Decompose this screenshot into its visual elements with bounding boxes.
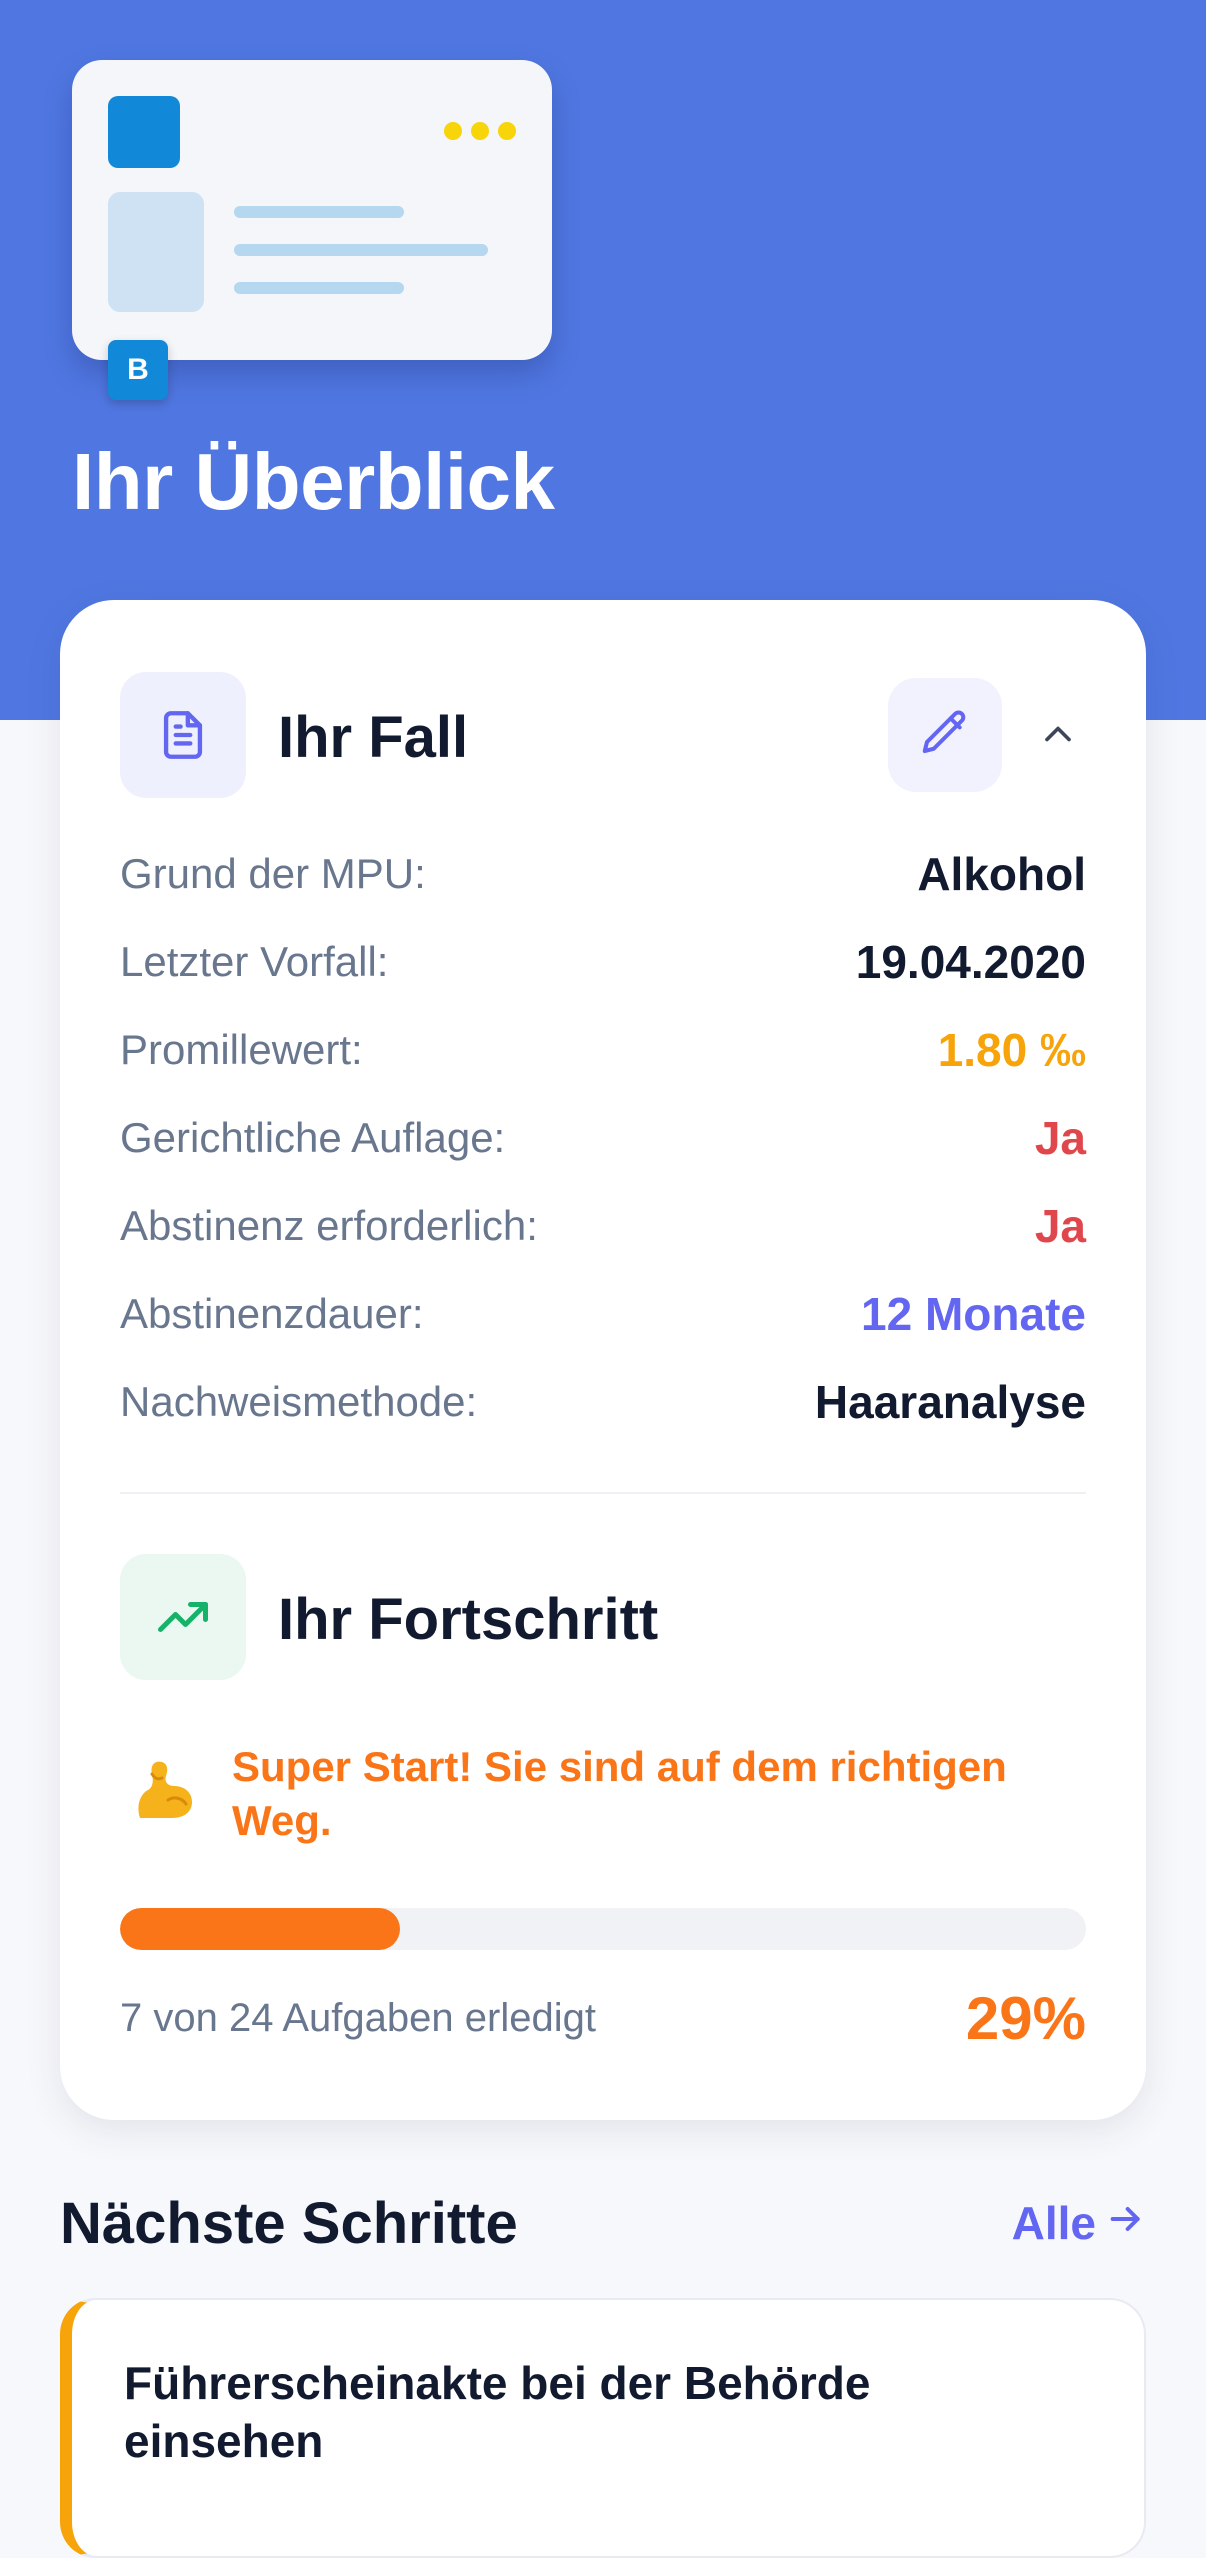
row-label: Gerichtliche Auflage: bbox=[120, 1114, 506, 1161]
row-value: 19.04.2020 bbox=[855, 936, 1086, 988]
case-row-abstinence-required: Abstinenz erforderlich: Ja bbox=[120, 1196, 1086, 1256]
see-all-link[interactable]: Alle bbox=[1012, 2196, 1146, 2250]
case-row-proof-method: Nachweismethode: Haaranalyse bbox=[120, 1372, 1086, 1432]
more-dots-icon bbox=[444, 122, 516, 140]
row-value: Ja bbox=[1034, 1200, 1086, 1252]
flexed-biceps-icon bbox=[124, 1750, 204, 1830]
license-line bbox=[234, 206, 404, 218]
row-value: Alkohol bbox=[917, 848, 1086, 900]
page-title: Ihr Überblick bbox=[72, 437, 555, 526]
row-label: Abstinenz erforderlich: bbox=[120, 1202, 538, 1249]
arrow-right-icon bbox=[1106, 2196, 1146, 2250]
row-value: 12 Monate bbox=[861, 1288, 1086, 1340]
license-line bbox=[234, 282, 404, 294]
row-label: Abstinenzdauer: bbox=[120, 1290, 424, 1337]
task-card[interactable]: Führerscheinakte bei der Behörde einsehe… bbox=[60, 2298, 1146, 2558]
row-value: Ja bbox=[1034, 1112, 1086, 1164]
progress-bar-fill bbox=[120, 1908, 401, 1950]
progress-percent: 29% bbox=[965, 1985, 1086, 2052]
trending-up-icon bbox=[120, 1554, 246, 1680]
row-label: Grund der MPU: bbox=[120, 850, 426, 897]
progress-summary: 7 von 24 Aufgaben erledigt bbox=[120, 1996, 596, 2040]
case-row-last-incident: Letzter Vorfall: 19.04.2020 bbox=[120, 932, 1086, 992]
row-label: Letzter Vorfall: bbox=[120, 938, 389, 985]
motivation-message: Super Start! Sie sind auf dem richtigen … bbox=[232, 1743, 1007, 1844]
row-value: Haaranalyse bbox=[814, 1376, 1086, 1428]
see-all-label: Alle bbox=[1011, 2197, 1096, 2249]
pencil-icon bbox=[918, 706, 972, 765]
task-title: Führerscheinakte bei der Behörde einsehe… bbox=[124, 2357, 871, 2467]
case-row-abstinence-duration: Abstinenzdauer: 12 Monate bbox=[120, 1284, 1086, 1344]
license-class-badge: B bbox=[108, 340, 168, 400]
row-label: Nachweismethode: bbox=[120, 1378, 478, 1425]
next-steps-title: Nächste Schritte bbox=[60, 2191, 518, 2256]
case-row-reason: Grund der MPU: Alkohol bbox=[120, 844, 1086, 904]
license-chip bbox=[108, 96, 180, 168]
case-title: Ihr Fall bbox=[278, 705, 469, 770]
license-photo bbox=[108, 192, 204, 312]
chevron-up-icon bbox=[1036, 712, 1080, 761]
divider bbox=[120, 1492, 1086, 1494]
edit-case-button[interactable] bbox=[888, 678, 1002, 792]
driver-license-icon: B bbox=[72, 60, 552, 400]
license-line bbox=[234, 244, 488, 256]
document-icon bbox=[120, 672, 246, 798]
collapse-case-button[interactable] bbox=[1028, 706, 1088, 766]
row-label: Promillewert: bbox=[120, 1026, 363, 1073]
progress-bar bbox=[120, 1908, 1086, 1950]
case-overview-card: Ihr Fall Grund der MPU: Alkohol Letzter … bbox=[60, 600, 1146, 2120]
case-row-court-order: Gerichtliche Auflage: Ja bbox=[120, 1108, 1086, 1168]
row-value: 1.80 ‰ bbox=[937, 1024, 1086, 1076]
case-row-bac: Promillewert: 1.80 ‰ bbox=[120, 1020, 1086, 1080]
progress-title: Ihr Fortschritt bbox=[278, 1587, 659, 1652]
